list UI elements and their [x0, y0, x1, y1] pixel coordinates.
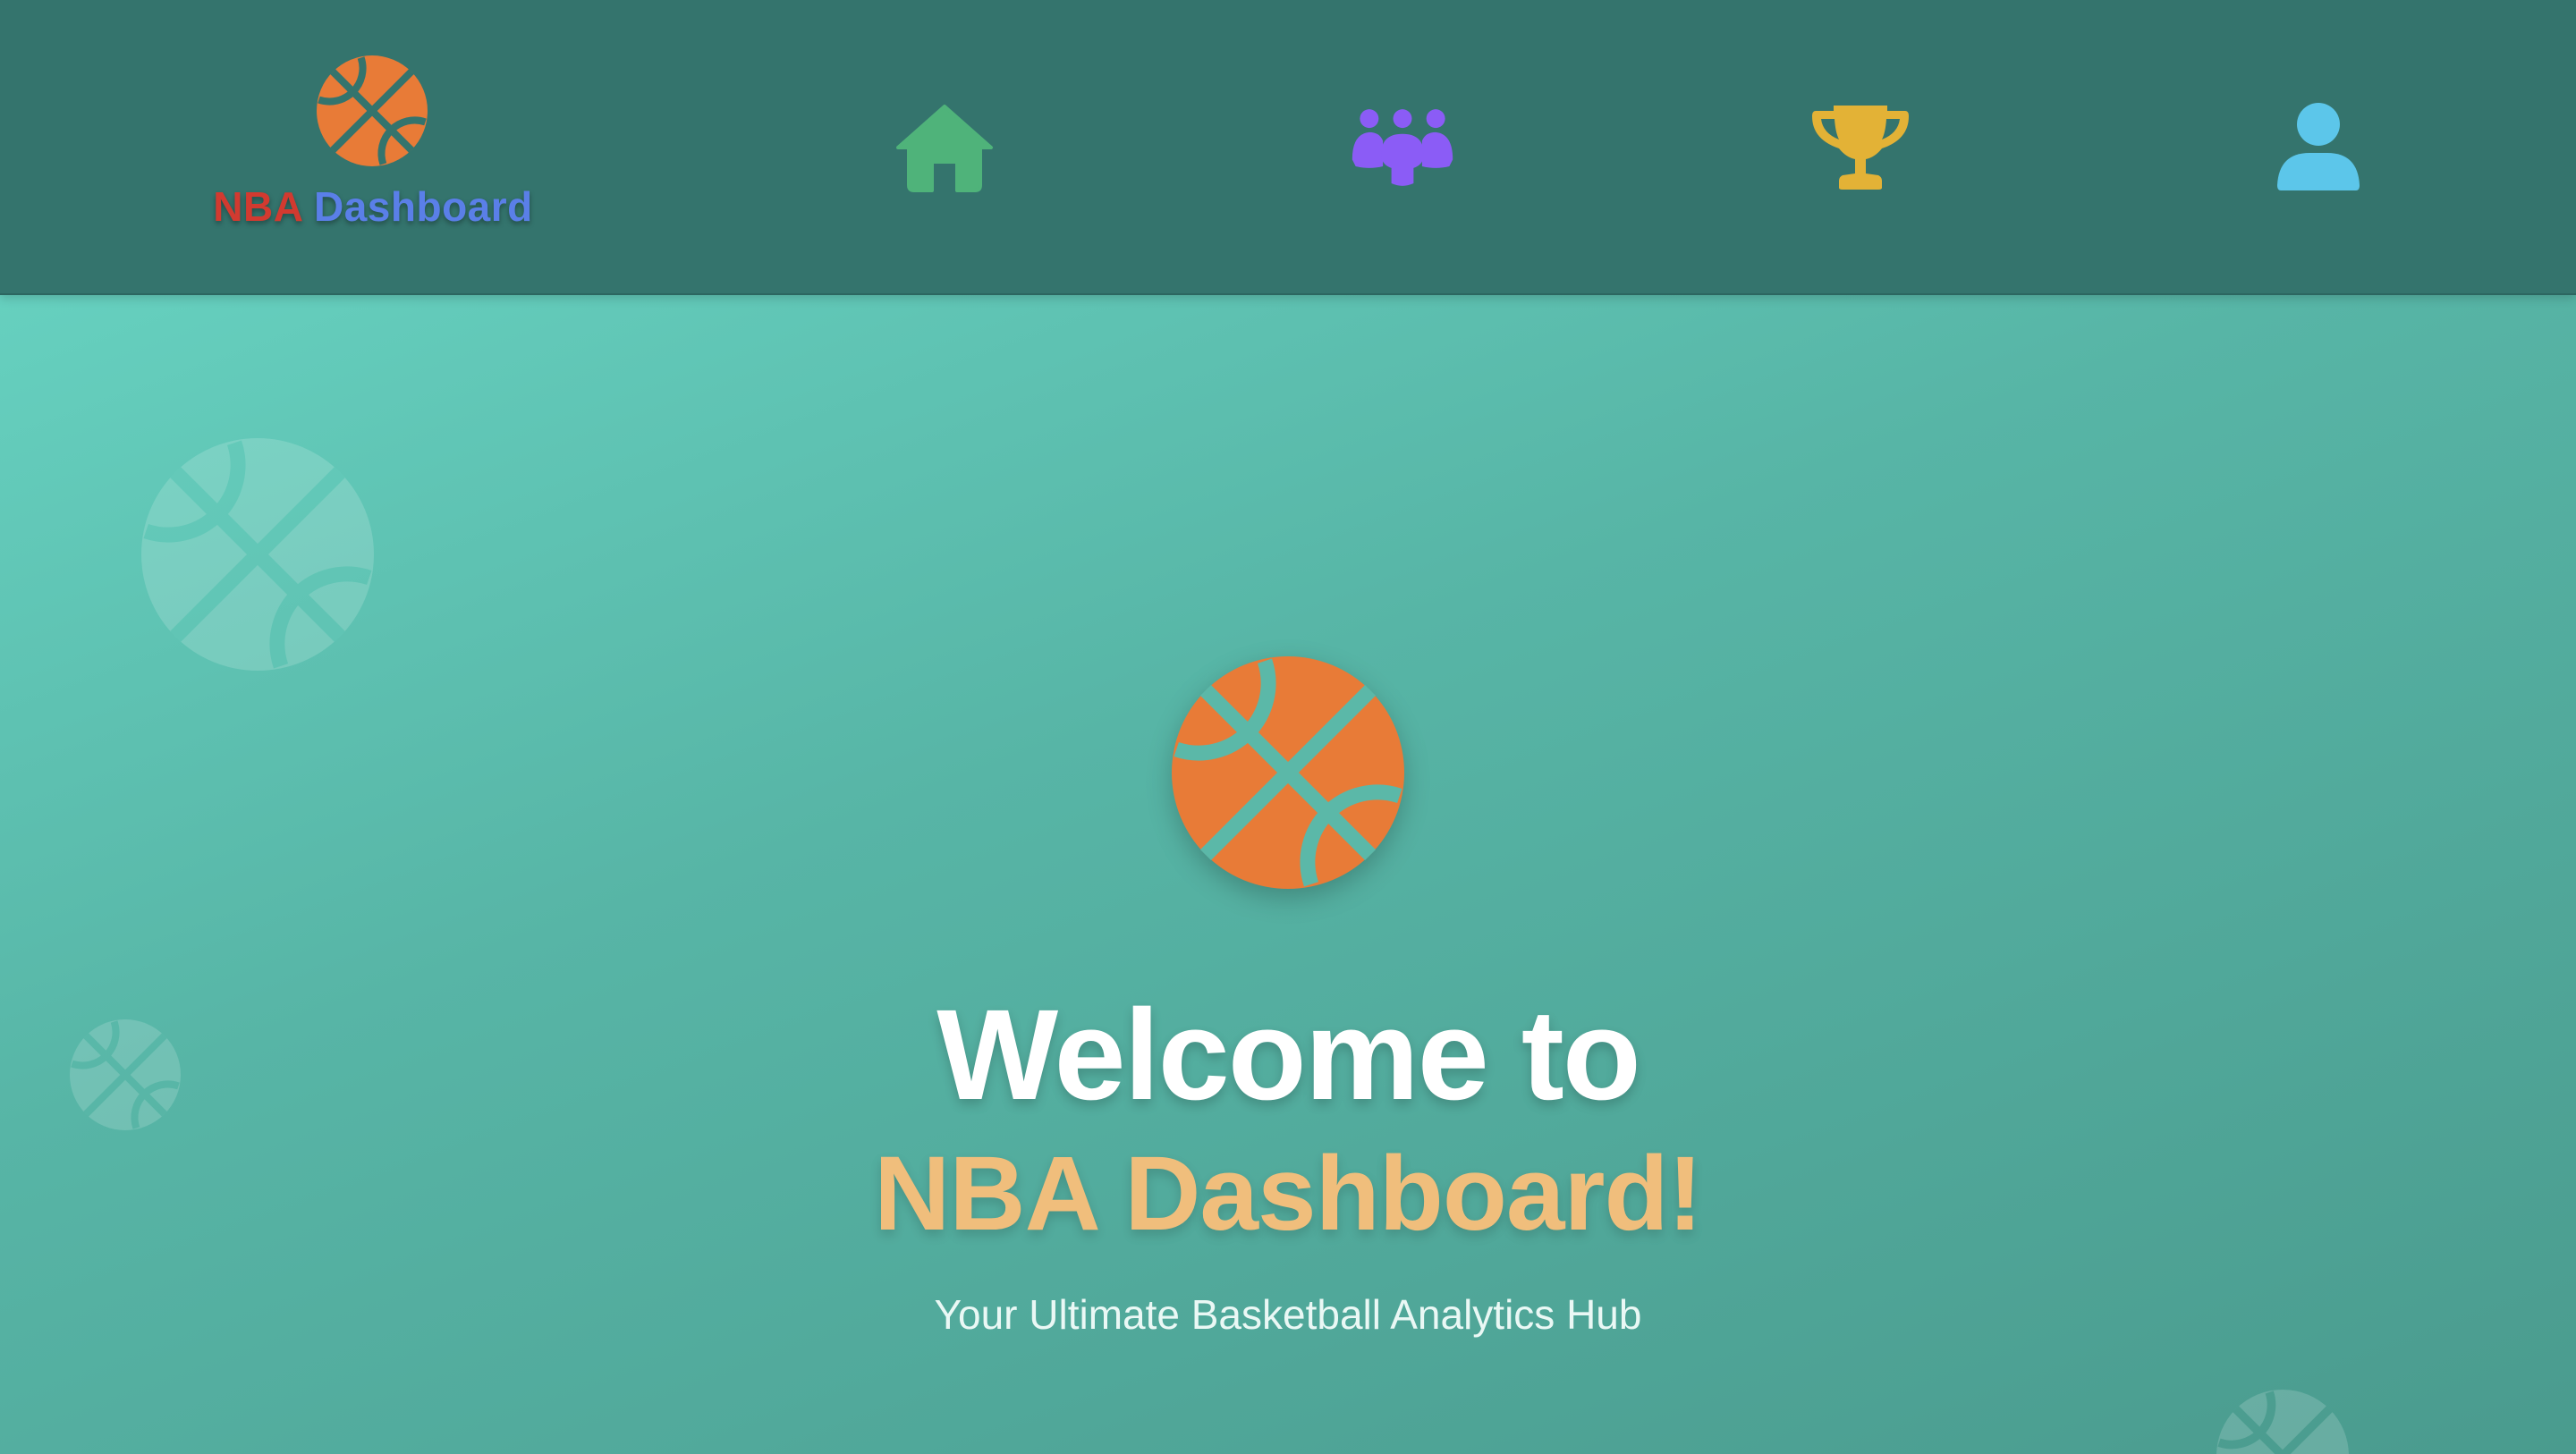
trophy-icon — [1812, 106, 1909, 190]
brand-name-nba: NBA — [213, 183, 302, 230]
hero-tagline: Your Ultimate Basketball Analytics Hub — [934, 1291, 1642, 1338]
nav-home[interactable] — [891, 98, 998, 197]
basketball-background-icon — [141, 438, 374, 671]
hero-title: Welcome to — [936, 983, 1641, 1127]
basketball-icon — [317, 55, 428, 166]
users-group-icon — [1352, 109, 1453, 186]
user-icon — [2277, 103, 2360, 190]
top-navbar: NBA Dashboard — [0, 0, 2576, 295]
nav-profile[interactable] — [2265, 98, 2372, 197]
basketball-background-icon — [2216, 1390, 2349, 1454]
home-icon — [896, 105, 993, 192]
nav-teams[interactable] — [1349, 98, 1456, 197]
nav-standings[interactable] — [1807, 98, 1914, 197]
brand-name-dashboard: Dashboard — [313, 183, 533, 230]
basketball-icon — [1172, 656, 1404, 889]
hero-subtitle: NBA Dashboard! — [874, 1135, 1703, 1253]
hero-section: Welcome to NBA Dashboard! Your Ultimate … — [0, 295, 2576, 1454]
brand-logo[interactable]: NBA Dashboard — [199, 55, 547, 234]
brand-name: NBA Dashboard — [199, 182, 547, 231]
